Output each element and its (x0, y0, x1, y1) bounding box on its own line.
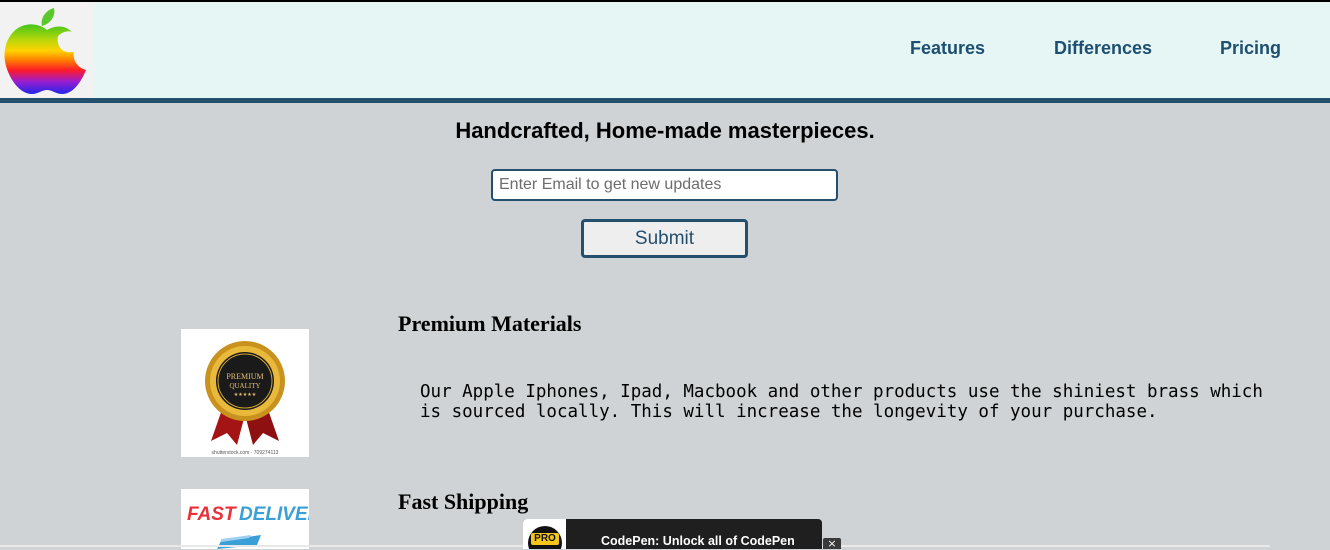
feature-title-shipping: Fast Shipping (398, 489, 529, 514)
delivery-text: DELIVERY (239, 504, 309, 525)
feature-title-premium: Premium Materials (398, 311, 582, 336)
pro-badge-label: PRO (531, 533, 559, 545)
premium-quality-badge-icon: PREMIUM QUALITY ★★★★★ shutterstock.com ·… (205, 341, 285, 456)
nav-differences-link[interactable]: Differences (1054, 38, 1152, 59)
hero-title: Handcrafted, Home-made masterpieces. (455, 118, 875, 143)
badge-text-premium: PREMIUM (226, 372, 263, 381)
pro-badge-container: PRO (523, 519, 566, 549)
feature-description-premium: Our Apple Iphones, Ipad, Macbook and oth… (420, 382, 1263, 422)
submit-button[interactable]: Submit (581, 219, 748, 258)
nav-pricing-link[interactable]: Pricing (1220, 38, 1281, 59)
nav-features-link[interactable]: Features (910, 38, 985, 59)
fast-delivery-truck-icon: FAST DELIVERY (187, 504, 309, 549)
email-input[interactable] (491, 169, 838, 201)
premium-quality-image: PREMIUM QUALITY ★★★★★ shutterstock.com ·… (181, 329, 309, 457)
site-header: Features Differences Pricing (0, 2, 1330, 103)
pro-badge-icon: PRO (528, 526, 562, 549)
codepen-promo-bar[interactable]: PRO CodePen: Unlock all of CodePen (523, 519, 822, 549)
fast-delivery-image: FAST DELIVERY (181, 489, 309, 549)
badge-stars: ★★★★★ (234, 392, 257, 398)
close-icon[interactable]: × (823, 538, 841, 549)
image-caption: shutterstock.com · 709274113 (212, 450, 279, 456)
fast-text: FAST (187, 504, 237, 525)
codepen-promo-text[interactable]: CodePen: Unlock all of CodePen (601, 534, 795, 548)
apple-logo-icon (4, 8, 86, 94)
apple-logo[interactable] (0, 2, 94, 98)
badge-text-quality: QUALITY (229, 382, 260, 390)
